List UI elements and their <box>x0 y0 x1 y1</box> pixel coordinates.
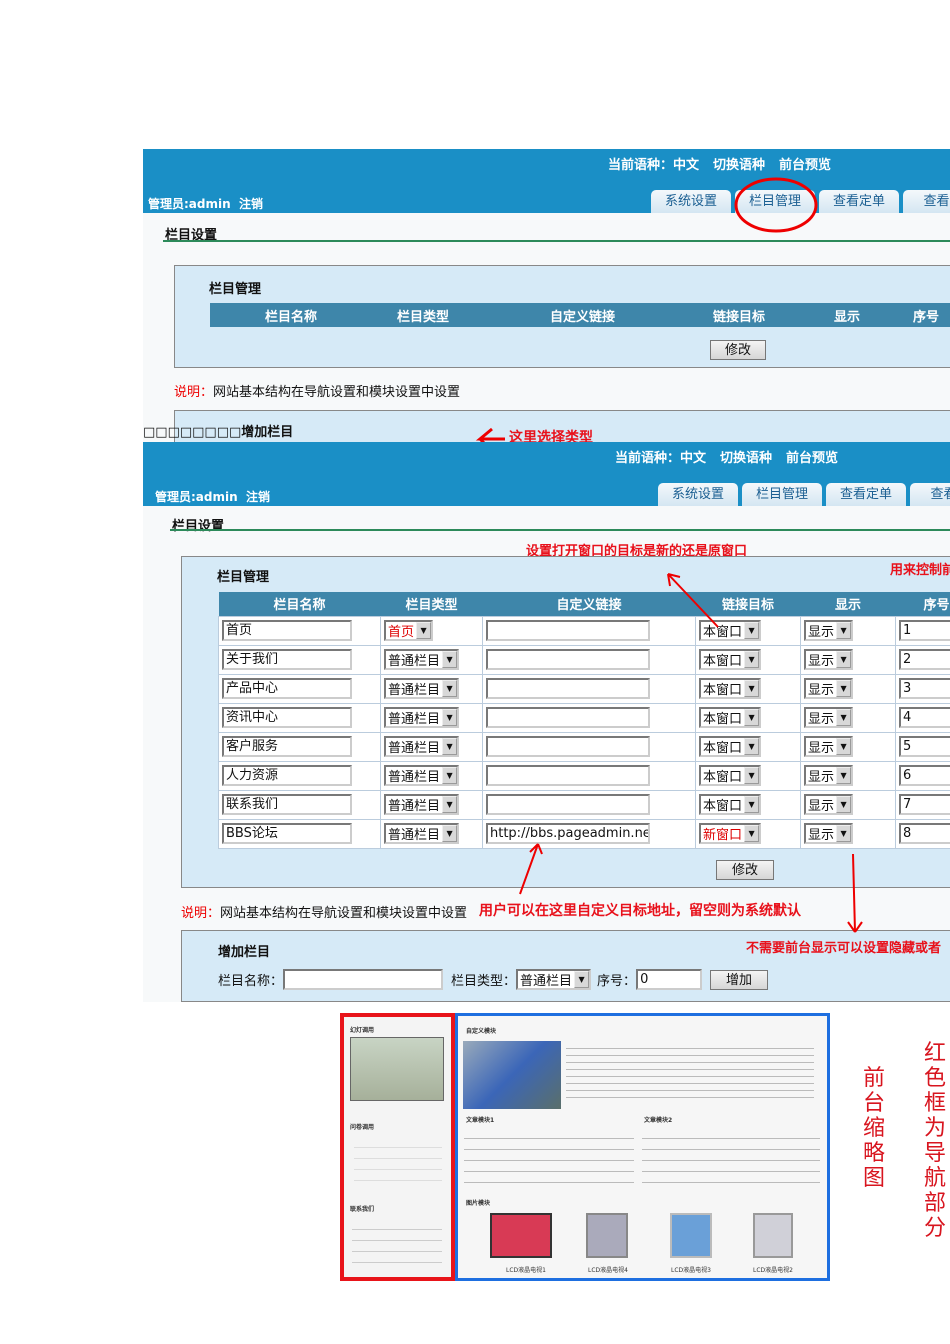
thumb-article2-title: 文章模块2 <box>644 1117 673 1124</box>
thumbnail-caption: 前台缩略图 <box>862 1066 885 1191</box>
thumb-tv-caption: LCD液晶电视3 <box>671 1267 711 1274</box>
thumb-tv-caption: LCD液晶电视1 <box>506 1267 546 1274</box>
thumb-pictures-title: 图片模块 <box>466 1200 491 1207</box>
red-frame-caption: 红色框为导航部分 <box>923 1041 946 1241</box>
screenshot-column-detail: 当前语种：中文 切换语种 前台预览 管理员:admin 注销 系统设置 栏目管理 查… <box>143 442 950 1002</box>
annotation-marks <box>475 177 818 442</box>
content-blue-frame: 自定义模块 文章模块1 文章模块2 图片模块 LCD液晶电视1 LCD液晶电视4… <box>455 1013 830 1281</box>
thumb-tv-caption: LCD液晶电视2 <box>753 1267 793 1274</box>
thumb-tv-caption: LCD液晶电视4 <box>588 1267 628 1274</box>
thumb-article1-title: 文章模块1 <box>466 1117 495 1124</box>
thumb-contact-title: 联系我们 <box>350 1206 375 1213</box>
nav-red-frame: 幻灯调用 问卷调用 联系我们 <box>340 1013 455 1281</box>
annotation-arrows <box>519 573 863 933</box>
screenshot-column-overview: 当前语种：中文 切换语种 前台预览 管理员:admin 注销 系统设置 栏目管理 查… <box>143 149 950 442</box>
frontend-thumbnail: 幻灯调用 问卷调用 联系我们 自定义模块 文章模块1 文章模块2 图片模块 LC… <box>340 1013 830 1281</box>
thumb-custom-title: 自定义模块 <box>466 1028 497 1035</box>
thumb-survey-title: 问卷调用 <box>350 1124 375 1131</box>
thumb-slide-title: 幻灯调用 <box>350 1027 375 1034</box>
